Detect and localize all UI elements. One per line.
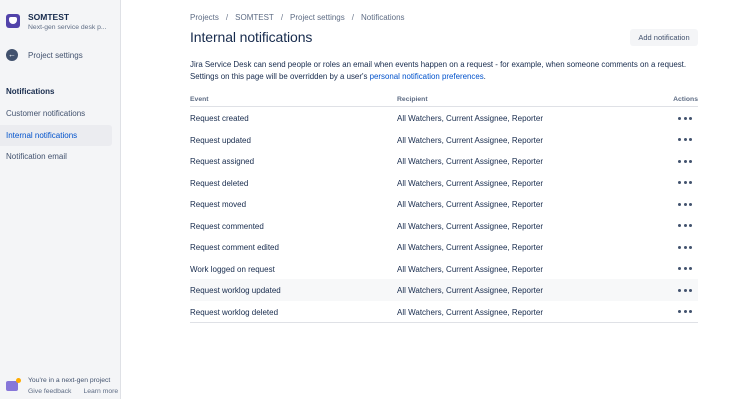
- more-icon[interactable]: [678, 242, 692, 252]
- add-notification-button[interactable]: Add notification: [630, 29, 698, 46]
- back-label: Project settings: [28, 50, 83, 60]
- next-gen-icon: [6, 378, 21, 391]
- more-icon[interactable]: [678, 307, 692, 317]
- recipient-cell: All Watchers, Current Assignee, Reporter: [397, 286, 543, 295]
- table-row: Request worklog updated All Watchers, Cur…: [190, 279, 698, 301]
- table-row: Request comment edited All Watchers, Curr…: [190, 236, 698, 258]
- event-cell: Request worklog deleted: [190, 307, 279, 317]
- recipient-cell: All Watchers, Current Assignee, Reporter: [397, 157, 543, 166]
- project-info: SOMTEST Next-gen service desk p...: [28, 12, 110, 32]
- breadcrumb-projects[interactable]: Projects: [190, 13, 219, 22]
- event-cell: Request worklog updated: [190, 286, 281, 295]
- event-cell: Request commented: [190, 221, 264, 231]
- sidebar-item-notification-email[interactable]: Notification email: [0, 146, 112, 167]
- more-icon[interactable]: [678, 221, 692, 231]
- more-icon[interactable]: [678, 285, 692, 295]
- footer-links: Give feedback Learn more: [28, 388, 118, 395]
- personal-preferences-link[interactable]: personal notification preferences: [370, 72, 484, 81]
- breadcrumb: Projects / SOMTEST / Project settings / …: [190, 13, 405, 22]
- learn-more-link[interactable]: Learn more: [83, 388, 118, 395]
- recipient-cell: All Watchers, Current Assignee, Reporter: [397, 243, 543, 252]
- table-row: Request updated All Watchers, Current Ass…: [190, 129, 698, 151]
- table-row: Request deleted All Watchers, Current Ass…: [190, 172, 698, 194]
- project-type: Next-gen service desk p...: [28, 24, 107, 31]
- event-cell: Work logged on request: [190, 264, 275, 274]
- breadcrumb-separator: /: [280, 13, 284, 22]
- event-cell: Request assigned: [190, 157, 255, 166]
- breadcrumb-separator: /: [225, 13, 229, 22]
- header-event: Event: [190, 96, 209, 103]
- back-to-project-settings[interactable]: ← Project settings: [6, 49, 83, 61]
- next-gen-notice: You're in a next-gen project: [28, 377, 111, 384]
- notifications-table: Event Recipient Actions Request created A…: [190, 95, 698, 323]
- more-icon[interactable]: [678, 178, 692, 188]
- recipient-cell: All Watchers, Current Assignee, Reporter: [397, 200, 543, 209]
- table-row: Request commented All Watchers, Current A…: [190, 215, 698, 237]
- recipient-cell: All Watchers, Current Assignee, Reporter: [397, 178, 543, 188]
- page-title: Internal notifications: [190, 29, 313, 45]
- table-row: Request worklog deleted All Watchers, Cur…: [190, 301, 698, 323]
- page-description: Jira Service Desk can send people or rol…: [190, 59, 698, 82]
- table-row: Request created All Watchers, Current Ass…: [190, 107, 698, 129]
- table-row: Work logged on request All Watchers, Curr…: [190, 258, 698, 280]
- breadcrumb-project[interactable]: SOMTEST: [235, 13, 274, 22]
- project-header[interactable]: SOMTEST Next-gen service desk p...: [6, 12, 110, 32]
- recipient-cell: All Watchers, Current Assignee, Reporter: [397, 135, 543, 145]
- recipient-cell: All Watchers, Current Assignee, Reporter: [397, 307, 543, 317]
- event-cell: Request updated: [190, 135, 251, 145]
- table-row: Request moved All Watchers, Current Assig…: [190, 193, 698, 215]
- breadcrumb-notifications[interactable]: Notifications: [361, 13, 405, 22]
- header-actions: Actions: [673, 96, 698, 103]
- arrow-left-icon: ←: [6, 49, 18, 61]
- breadcrumb-separator: /: [351, 13, 354, 22]
- sidebar: SOMTEST Next-gen service desk p... ← Pro…: [0, 0, 121, 399]
- project-avatar-icon: [6, 14, 20, 28]
- give-feedback-link[interactable]: Give feedback: [28, 388, 71, 395]
- description-end: .: [483, 71, 486, 81]
- more-icon[interactable]: [678, 156, 692, 166]
- recipient-cell: All Watchers, Current Assignee, Reporter: [397, 114, 543, 123]
- event-cell: Request created: [190, 114, 249, 123]
- more-icon[interactable]: [678, 264, 692, 274]
- table-body: Request created All Watchers, Current Ass…: [190, 107, 698, 322]
- sidebar-item-internal-notifications[interactable]: Internal notifications: [0, 125, 112, 146]
- table-bottom-border: [190, 322, 698, 323]
- sidebar-item-customer-notifications[interactable]: Customer notifications: [0, 103, 112, 124]
- recipient-cell: All Watchers, Current Assignee, Reporter: [397, 221, 543, 231]
- breadcrumb-project-settings[interactable]: Project settings: [290, 13, 345, 22]
- header-recipient: Recipient: [397, 96, 428, 103]
- table-header: Event Recipient Actions: [190, 95, 698, 107]
- table-row: Request assigned All Watchers, Current As…: [190, 150, 698, 172]
- more-icon[interactable]: [678, 113, 692, 123]
- event-cell: Request comment edited: [190, 243, 279, 252]
- event-cell: Request deleted: [190, 178, 249, 188]
- sidebar-section-title: Notifications: [6, 87, 55, 96]
- recipient-cell: All Watchers, Current Assignee, Reporter: [397, 264, 543, 274]
- more-icon[interactable]: [678, 199, 692, 209]
- more-icon[interactable]: [678, 135, 692, 145]
- event-cell: Request moved: [190, 200, 247, 209]
- project-name: SOMTEST: [28, 12, 70, 22]
